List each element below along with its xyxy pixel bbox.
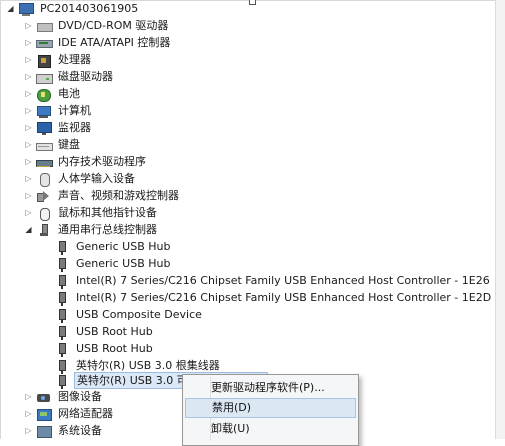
tree-item-usb-controllers[interactable]: ◢ 通用串行总线控制器 — [24, 221, 159, 238]
window-frame-right — [495, 0, 505, 439]
disk-drive-icon — [36, 70, 53, 84]
menu-item-update-driver[interactable]: 更新驱动程序软件(P)... — [185, 378, 356, 398]
expand-arrow-icon[interactable]: ▷ — [24, 388, 33, 405]
usb-device-item[interactable]: USB Composite Device — [54, 306, 204, 323]
expand-arrow-icon[interactable]: ▷ — [24, 102, 33, 119]
tree-item-imaging-devices[interactable]: ▷ 图像设备 — [24, 388, 104, 405]
usb-plug-icon — [54, 308, 70, 323]
usb-plug-icon — [54, 325, 70, 340]
expand-arrow-icon[interactable]: ▷ — [24, 85, 33, 102]
tree-item-memory-technology[interactable]: ▷ 内存技术驱动程序 — [24, 153, 148, 170]
tree-item-label: 键盘 — [58, 138, 80, 151]
processor-icon — [36, 53, 52, 68]
usb-device-label: Intel(R) 7 Series/C216 Chipset Family US… — [76, 291, 492, 304]
expand-arrow-icon[interactable]: ▷ — [24, 187, 33, 204]
collapse-arrow-icon[interactable]: ◢ — [24, 221, 33, 238]
memory-icon — [36, 155, 53, 169]
usb-device-label: Intel(R) 7 Series/C216 Chipset Family US… — [76, 274, 490, 287]
hid-icon — [36, 172, 52, 187]
usb-device-label: USB Root Hub — [76, 325, 153, 338]
usb-device-label: Generic USB Hub — [76, 240, 171, 253]
tree-item-audio[interactable]: ▷ 声音、视频和游戏控制器 — [24, 187, 181, 204]
tree-item-label: 系统设备 — [58, 424, 102, 437]
tree-item-label: 声音、视频和游戏控制器 — [58, 189, 179, 202]
tree-item-label: 处理器 — [58, 53, 91, 66]
tree-item-network-adapters[interactable]: ▷ 网络适配器 — [24, 405, 115, 422]
usb-device-item[interactable]: USB Root Hub — [54, 340, 155, 357]
tree-root-label: PC201403061905 — [40, 2, 139, 15]
expand-arrow-icon[interactable]: ▷ — [24, 170, 33, 187]
monitor-icon — [36, 121, 52, 135]
tree-item-label: 监视器 — [58, 121, 91, 134]
usb-icon — [36, 223, 52, 237]
usb-device-item[interactable]: Generic USB Hub — [54, 255, 172, 272]
system-device-icon — [36, 424, 52, 438]
computer-icon — [36, 104, 52, 118]
usb-plug-icon — [54, 374, 70, 389]
battery-icon — [36, 87, 52, 102]
tree-item-label: DVD/CD-ROM 驱动器 — [58, 19, 169, 32]
audio-icon — [36, 189, 52, 203]
usb-device-item[interactable]: Intel(R) 7 Series/C216 Chipset Family US… — [54, 289, 493, 306]
usb-plug-icon — [54, 257, 70, 272]
network-adapter-icon — [36, 407, 52, 421]
tree-item-mouse[interactable]: ▷ 鼠标和其他指针设备 — [24, 204, 159, 221]
tree-item-label: 鼠标和其他指针设备 — [58, 206, 157, 219]
usb-plug-icon — [54, 342, 70, 357]
expand-arrow-icon[interactable]: ▷ — [24, 422, 33, 439]
tree-item-label: 内存技术驱动程序 — [58, 155, 146, 168]
tree-item-label: 网络适配器 — [58, 407, 113, 420]
tree-item-label: 计算机 — [58, 104, 91, 117]
usb-device-label: Generic USB Hub — [76, 257, 171, 270]
context-menu: 更新驱动程序软件(P)... 禁用(D) 卸载(U) — [182, 374, 359, 446]
tree-item-dvd-cd-rom[interactable]: ▷ DVD/CD-ROM 驱动器 — [24, 17, 170, 34]
tree-item-disk-drive[interactable]: ▷ 磁盘驱动器 — [24, 68, 115, 85]
keyboard-icon — [36, 138, 53, 152]
tree-item-label: IDE ATA/ATAPI 控制器 — [58, 36, 171, 49]
usb-device-item[interactable]: USB Root Hub — [54, 323, 155, 340]
usb-plug-icon — [54, 359, 70, 374]
tree-item-label: 人体学输入设备 — [58, 172, 135, 185]
tree-item-monitor[interactable]: ▷ 监视器 — [24, 119, 93, 136]
expand-arrow-icon[interactable]: ▷ — [24, 136, 33, 153]
mouse-icon — [36, 206, 52, 221]
usb-plug-icon — [54, 240, 70, 255]
expand-arrow-icon[interactable]: ▷ — [24, 51, 33, 68]
computer-icon — [18, 2, 34, 16]
expand-arrow-icon[interactable]: ▷ — [24, 34, 33, 51]
usb-device-label: USB Composite Device — [76, 308, 202, 321]
tree-item-hid[interactable]: ▷ 人体学输入设备 — [24, 170, 137, 187]
collapse-arrow-icon[interactable]: ◢ — [6, 0, 15, 17]
disc-drive-icon — [36, 19, 53, 33]
tree-item-label: 磁盘驱动器 — [58, 70, 113, 83]
camera-icon — [36, 390, 52, 404]
expand-arrow-icon[interactable]: ▷ — [24, 405, 33, 422]
tree-item-computer[interactable]: ▷ 计算机 — [24, 102, 93, 119]
menu-item-uninstall[interactable]: 卸载(U) — [185, 419, 356, 439]
usb-device-item[interactable]: Generic USB Hub — [54, 238, 172, 255]
tree-item-keyboard[interactable]: ▷ 键盘 — [24, 136, 82, 153]
usb-plug-icon — [54, 291, 70, 306]
usb-device-label: USB Root Hub — [76, 342, 153, 355]
tree-item-processor[interactable]: ▷ 处理器 — [24, 51, 93, 68]
tree-item-label: 图像设备 — [58, 390, 102, 403]
menu-item-disable[interactable]: 禁用(D) — [185, 398, 356, 418]
tree-item-label: 电池 — [58, 87, 80, 100]
tree-item-system-devices[interactable]: ▷ 系统设备 — [24, 422, 104, 439]
expand-arrow-icon[interactable]: ▷ — [24, 119, 33, 136]
tree-item-ide-controller[interactable]: ▷ IDE ATA/ATAPI 控制器 — [24, 34, 172, 51]
ide-controller-icon — [36, 36, 53, 50]
tree-root[interactable]: ◢ PC201403061905 — [6, 0, 140, 17]
tree-item-label: 通用串行总线控制器 — [58, 223, 157, 236]
expand-arrow-icon[interactable]: ▷ — [24, 204, 33, 221]
bottom-right-fade — [400, 370, 495, 439]
usb-device-item[interactable]: Intel(R) 7 Series/C216 Chipset Family US… — [54, 272, 492, 289]
usb-plug-icon — [54, 274, 70, 289]
expand-arrow-icon[interactable]: ▷ — [24, 153, 33, 170]
expand-arrow-icon[interactable]: ▷ — [24, 17, 33, 34]
tree-item-battery[interactable]: ▷ 电池 — [24, 85, 82, 102]
expand-arrow-icon[interactable]: ▷ — [24, 68, 33, 85]
